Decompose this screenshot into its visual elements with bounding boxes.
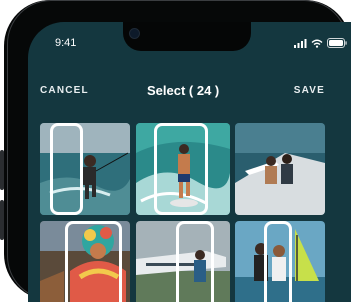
status-time: 9:41: [55, 37, 77, 49]
photo-tile[interactable]: [235, 123, 325, 215]
save-button[interactable]: SAVE: [294, 85, 325, 96]
selection-header: CANCEL Select ( 24 ) SAVE: [28, 80, 351, 104]
photo-tile[interactable]: [235, 221, 325, 302]
photo-tile[interactable]: [136, 123, 230, 215]
page-title: Select ( 24 ): [147, 83, 220, 98]
volume-button: [0, 150, 4, 190]
photo-festival-image: [40, 221, 130, 302]
status-icons: [294, 38, 347, 48]
camera-notch: [123, 22, 251, 51]
photo-tile[interactable]: [136, 221, 230, 302]
battery-icon: [327, 38, 347, 48]
photo-tile[interactable]: [40, 221, 130, 302]
photo-kitesurfer-image: [40, 123, 130, 215]
volume-button: [0, 200, 4, 240]
cancel-button[interactable]: CANCEL: [40, 85, 89, 96]
photo-aircraft-image: [136, 221, 230, 302]
photo-couple-boat-image: [235, 123, 325, 215]
wifi-icon: [311, 39, 323, 48]
photo-grid: [28, 22, 351, 302]
photo-tile[interactable]: [40, 123, 130, 215]
app-screen: 9:41 CANCEL Select ( 24 ) SAVE: [28, 22, 351, 302]
photo-surfer-image: [136, 123, 230, 215]
photo-sailboat-image: [235, 221, 325, 302]
front-camera-icon: [129, 28, 140, 39]
cellular-signal-icon: [294, 38, 307, 48]
